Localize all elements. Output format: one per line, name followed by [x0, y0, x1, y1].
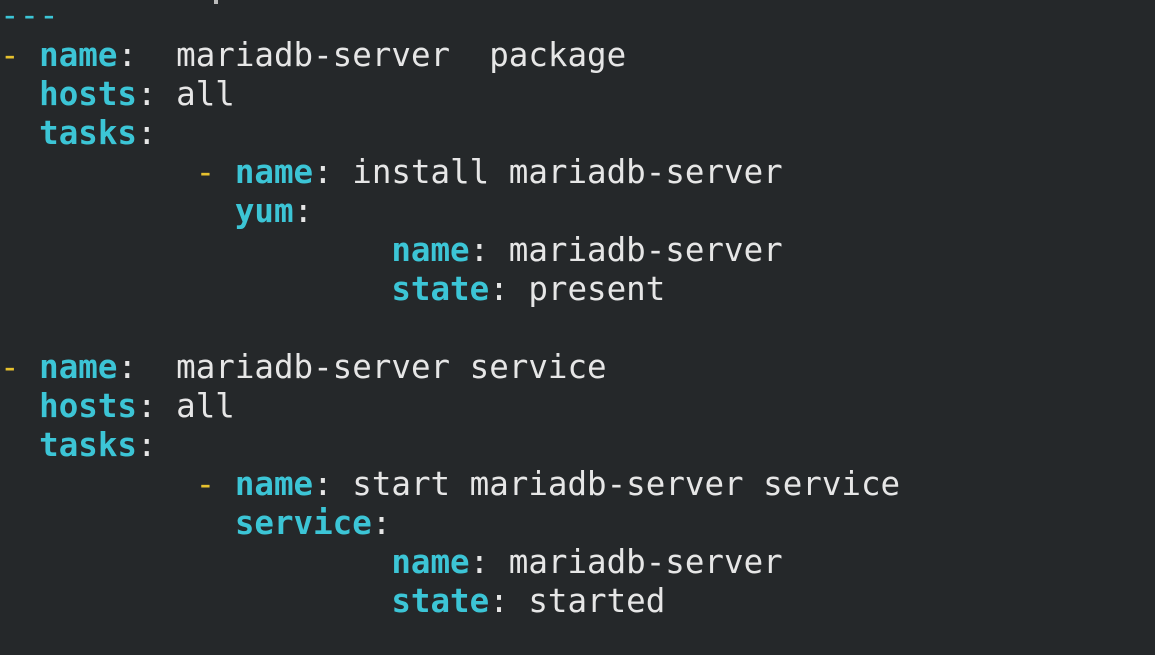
play-1-name-value: mariadb-server package	[156, 36, 627, 74]
play-2-name-value: mariadb-server service	[156, 348, 607, 386]
key-name: name	[39, 348, 118, 386]
list-dash: -	[195, 465, 216, 503]
mouse-cursor-icon	[214, 0, 218, 4]
key-hosts: hosts	[39, 387, 137, 425]
document-start-line: ---	[0, 0, 59, 35]
play-2-hosts-value: all	[176, 387, 235, 425]
play-1-hosts-line: hosts: all	[39, 75, 235, 113]
document-start-marker: ---	[0, 0, 59, 34]
yaml-editor[interactable]: --- - name: mariadb-server package hosts…	[0, 0, 1155, 655]
play-1-hosts-value: all	[176, 75, 235, 113]
key-state: state	[391, 582, 490, 620]
key-state: state	[391, 270, 490, 308]
play-2-task-name-line: - name: start mariadb-server service	[195, 465, 901, 503]
play-2-hosts-line: hosts: all	[39, 387, 235, 425]
key-yum: yum	[234, 192, 294, 230]
key-tasks: tasks	[39, 114, 137, 152]
key-name: name	[391, 543, 470, 581]
play-1-tasks-line: tasks:	[39, 114, 157, 152]
key-name: name	[234, 465, 314, 503]
play-2-module-line: service:	[234, 504, 392, 542]
list-dash: -	[0, 348, 20, 386]
play-1-param-state-value: present	[528, 270, 666, 308]
key-service: service	[234, 504, 372, 542]
play-2-tasks-line: tasks:	[39, 426, 157, 464]
play-1-module-line: yum:	[234, 192, 314, 230]
key-name: name	[39, 36, 118, 74]
play-1-task-name-line: - name: install mariadb-server	[195, 153, 783, 191]
play-1-param-name-line: name: mariadb-server	[391, 231, 783, 269]
key-name: name	[234, 153, 314, 191]
play-1-param-name-value: mariadb-server	[508, 231, 783, 269]
list-dash: -	[195, 153, 216, 191]
play-2-param-name-line: name: mariadb-server	[391, 543, 783, 581]
play-2-task-name-value: start mariadb-server service	[352, 465, 901, 503]
play-2-param-state-value: started	[528, 582, 666, 620]
play-2-name-line: - name: mariadb-server service	[0, 348, 607, 386]
list-dash: -	[0, 36, 20, 74]
play-1-param-state-line: state: present	[391, 270, 666, 308]
play-1-name-line: - name: mariadb-server package	[0, 36, 627, 74]
play-2-param-name-value: mariadb-server	[508, 543, 783, 581]
key-hosts: hosts	[39, 75, 137, 113]
play-2-param-state-line: state: started	[391, 582, 666, 620]
key-tasks: tasks	[39, 426, 137, 464]
key-name: name	[391, 231, 470, 269]
play-1-task-name-value: install mariadb-server	[352, 153, 783, 191]
